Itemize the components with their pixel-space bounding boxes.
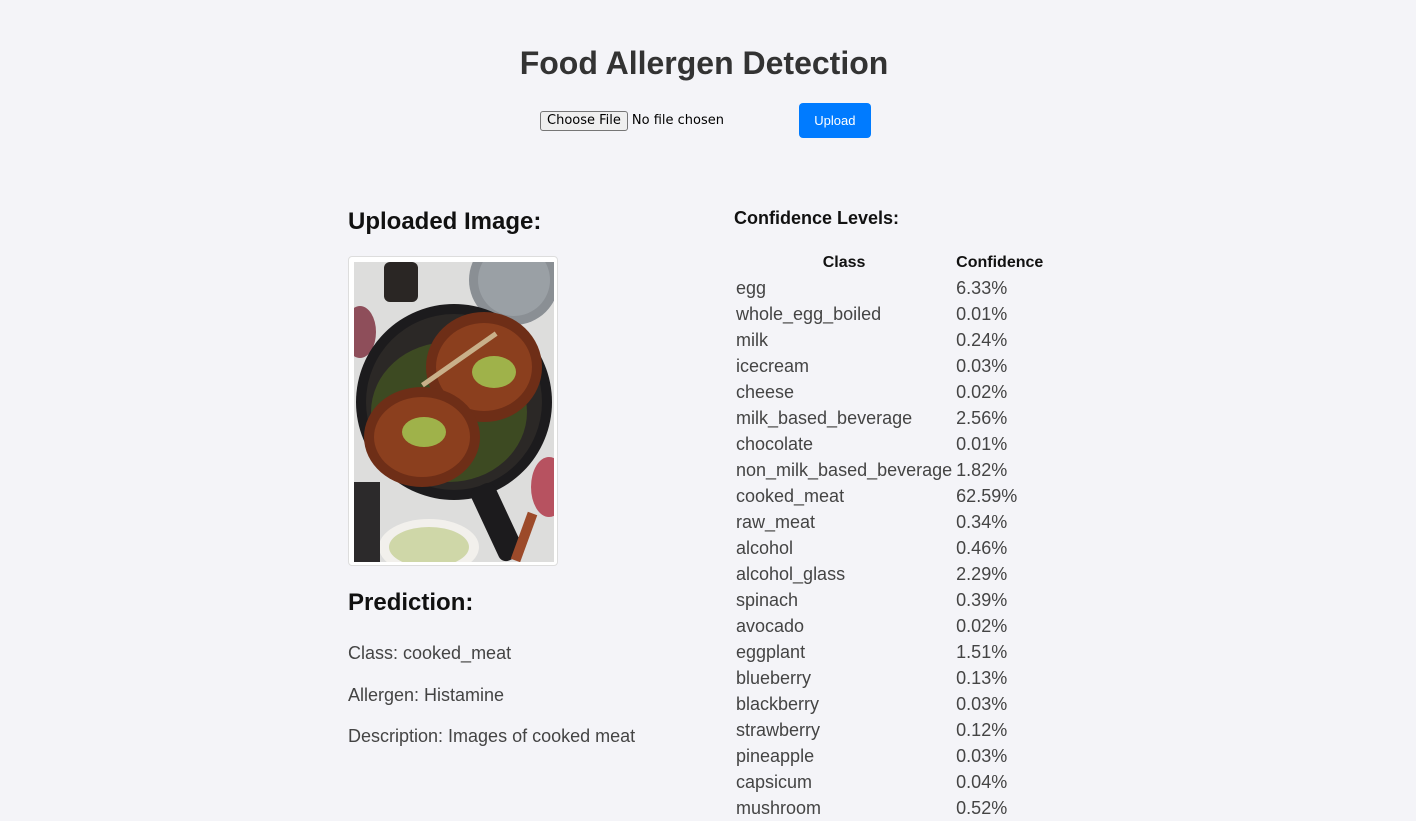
class-cell: milk [736,329,768,350]
table-row: alcohol 0.46% [734,535,1045,561]
prediction-heading: Prediction: [348,589,474,616]
confidence-cell: 0.12% [956,719,1008,740]
column-header-confidence: Confidence [956,254,1044,271]
table-row: avocado 0.02% [734,613,1045,639]
class-cell: egg [736,277,767,298]
class-cell: eggplant [736,641,806,662]
confidence-cell: 0.52% [956,797,1008,818]
table-row: cooked_meat 62.59% [734,483,1045,509]
class-cell: cooked_meat [736,485,845,506]
table-row: chocolate 0.01% [734,431,1045,457]
confidence-cell: 2.29% [956,563,1008,584]
class-cell: icecream [736,355,810,376]
confidence-cell: 0.04% [956,771,1008,792]
table-row: alcohol_glass 2.29% [734,561,1045,587]
uploaded-food-image [354,262,554,562]
class-cell: cheese [736,381,795,402]
table-row: whole_egg_boiled 0.01% [734,301,1045,327]
page-title: Food Allergen Detection [519,45,889,81]
table-row: milk 0.24% [734,327,1045,353]
confidence-cell: 2.56% [956,407,1008,428]
table-row: blackberry 0.03% [734,691,1045,717]
confidence-cell: 0.01% [956,433,1008,454]
confidence-cell: 0.39% [956,589,1008,610]
table-row: pineapple 0.03% [734,743,1045,769]
file-status-text: No file chosen [631,113,724,128]
confidence-cell: 0.01% [956,303,1008,324]
confidence-table-body: egg 6.33% whole_egg_boiled 0.01% milk 0.24% ic… [734,275,1045,821]
confidence-cell: 62.59% [956,485,1018,506]
confidence-cell: 0.13% [956,667,1008,688]
class-cell: whole_egg_boiled [736,303,882,324]
class-cell: avocado [736,615,805,636]
prediction-class: Class: cooked_meat [348,643,512,663]
confidence-cell: 6.33% [956,277,1008,298]
confidence-cell: 0.46% [956,537,1008,558]
confidence-cell: 0.02% [956,381,1008,402]
table-row: mushroom 0.52% [734,795,1045,821]
table-row: spinach 0.39% [734,587,1045,613]
confidence-cell: 0.03% [956,693,1008,714]
class-cell: alcohol [736,537,794,558]
column-header-class: Class [822,254,866,271]
table-row: blueberry 0.13% [734,665,1045,691]
table-row: non_milk_based_beverage 1.82% [734,457,1045,483]
prediction-description: Description: Images of cooked meat [348,726,636,746]
class-cell: mushroom [736,797,822,818]
table-row: strawberry 0.12% [734,717,1045,743]
table-row: capsicum 0.04% [734,769,1045,795]
confidence-cell: 0.02% [956,615,1008,636]
uploaded-image-frame [348,256,558,566]
confidence-cell: 0.03% [956,355,1008,376]
class-cell: alcohol_glass [736,563,846,584]
confidence-heading: Confidence Levels: [734,208,900,228]
upload-button[interactable]: Upload [798,103,871,138]
table-row: raw_meat 0.34% [734,509,1045,535]
upload-form: Choose File No file chosen Upload [540,103,871,138]
prediction-allergen: Allergen: Histamine [348,685,505,705]
confidence-panel: Confidence Levels: Class Confidence egg 6… [734,205,1134,821]
class-cell: blueberry [736,667,812,688]
choose-file-button[interactable]: Choose File [540,110,628,131]
class-cell: milk_based_beverage [736,407,913,428]
uploaded-image-heading: Uploaded Image: [348,208,542,235]
class-cell: raw_meat [736,511,816,532]
confidence-cell: 1.51% [956,641,1008,662]
table-row: egg 6.33% [734,275,1045,301]
table-row: icecream 0.03% [734,353,1045,379]
result-panel: Uploaded Image: Prediction: Class: cooke… [348,205,708,747]
table-row: eggplant 1.51% [734,639,1045,665]
table-row: cheese 0.02% [734,379,1045,405]
confidence-cell: 0.24% [956,329,1008,350]
table-row: milk_based_beverage 2.56% [734,405,1045,431]
class-cell: capsicum [736,771,813,792]
confidence-table: Class Confidence egg 6.33% whole_egg_boile… [734,251,1045,821]
class-cell: strawberry [736,719,821,740]
confidence-cell: 1.82% [956,459,1008,480]
class-cell: non_milk_based_beverage [736,459,953,480]
table-header-row: Class Confidence [734,251,1045,275]
class-cell: chocolate [736,433,814,454]
confidence-cell: 0.34% [956,511,1008,532]
class-cell: spinach [736,589,799,610]
class-cell: pineapple [736,745,815,766]
confidence-cell: 0.03% [956,745,1008,766]
class-cell: blackberry [736,693,820,714]
